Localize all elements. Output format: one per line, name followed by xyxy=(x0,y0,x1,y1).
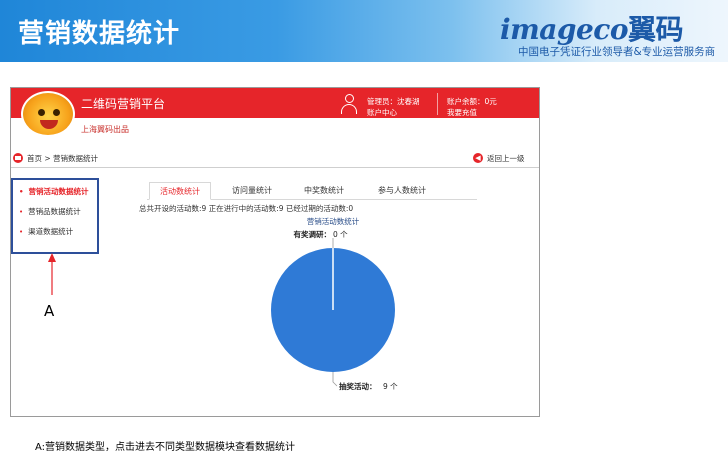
annotation-arrow xyxy=(48,253,56,295)
annotation-label: A xyxy=(44,302,55,320)
slide-caption: A:营销数据类型，点击进去不同类型数据模块查看数据统计 xyxy=(35,442,296,453)
